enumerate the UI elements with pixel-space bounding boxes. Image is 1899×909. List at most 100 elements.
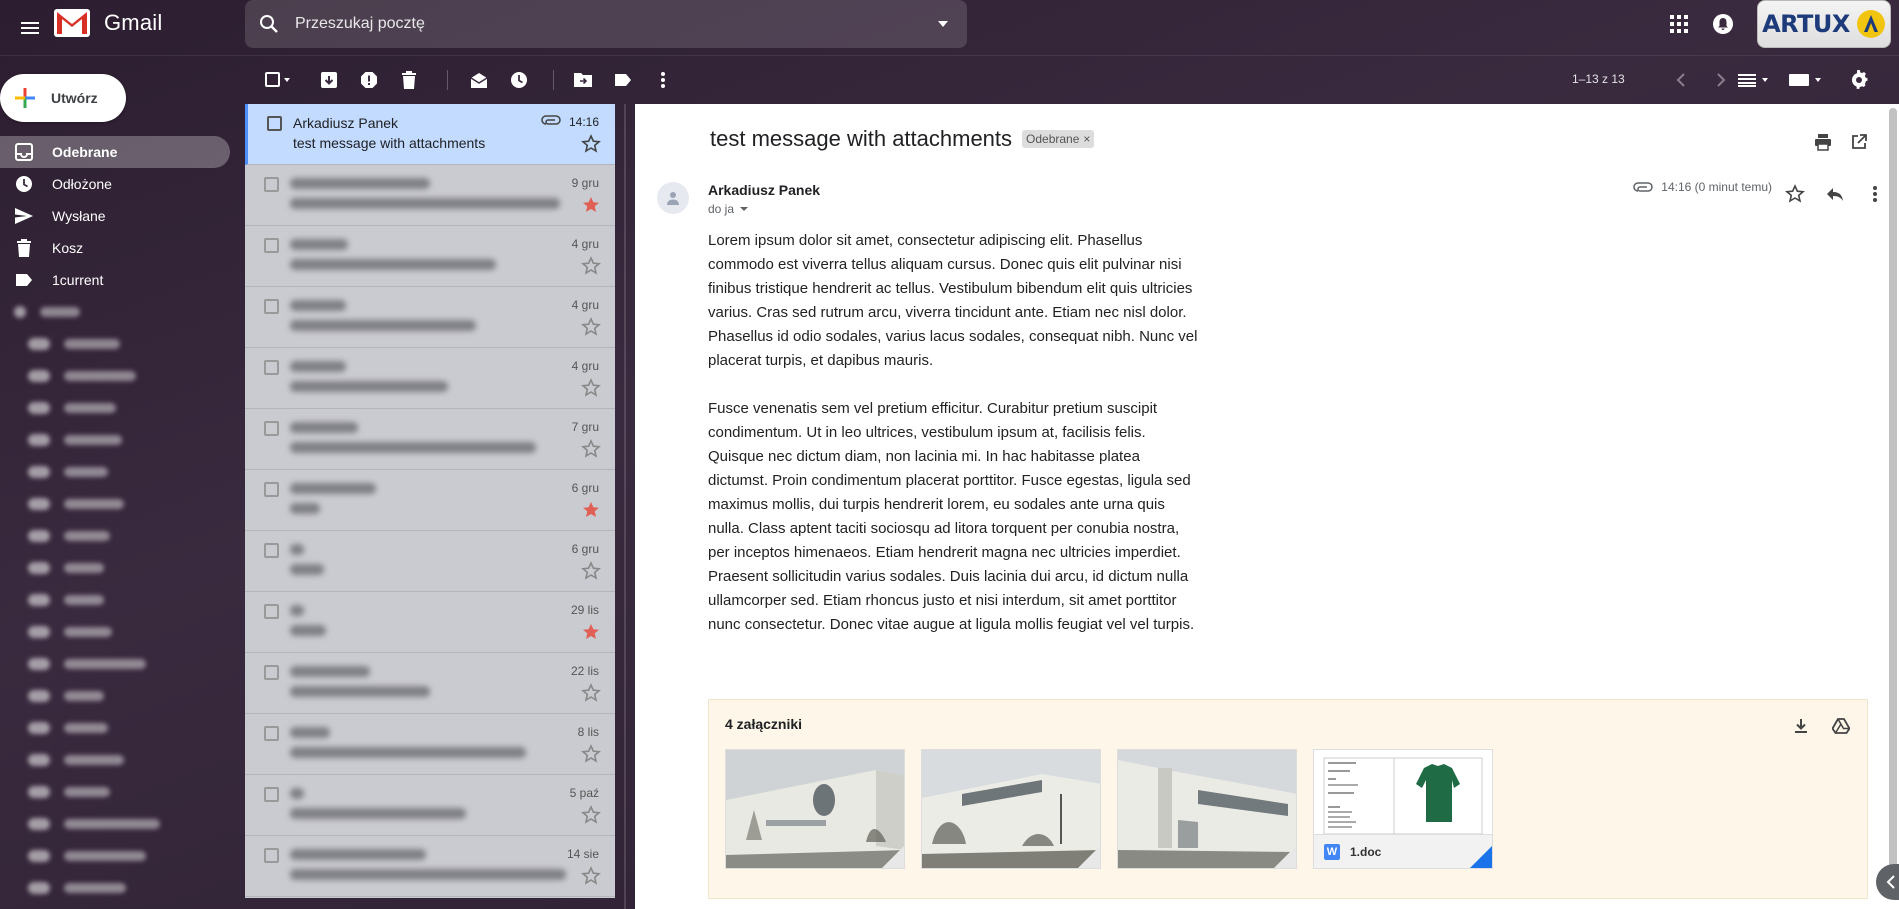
row-checkbox[interactable] bbox=[264, 726, 279, 741]
sidebar-item-blurred[interactable] bbox=[0, 424, 230, 456]
sidebar-item-blurred[interactable] bbox=[0, 392, 230, 424]
sidebar-item-snoozed[interactable]: Odłożone bbox=[0, 168, 230, 200]
archive-button[interactable] bbox=[311, 60, 347, 100]
sidebar-item-blurred[interactable] bbox=[0, 584, 230, 616]
star-message-button[interactable] bbox=[1777, 176, 1813, 212]
row-checkbox[interactable] bbox=[264, 604, 279, 619]
star-outline-icon[interactable] bbox=[581, 317, 601, 337]
main-menu-button[interactable] bbox=[10, 8, 50, 48]
notifications-button[interactable] bbox=[1703, 4, 1743, 44]
star-outline-icon[interactable] bbox=[581, 439, 601, 459]
gmail-logo[interactable]: Gmail bbox=[54, 9, 162, 37]
more-actions-button[interactable] bbox=[645, 60, 681, 100]
message-row[interactable]: 8 lis bbox=[245, 714, 615, 775]
pane-splitter[interactable] bbox=[615, 104, 635, 909]
sidebar-item-sent[interactable]: Wysłane bbox=[0, 200, 230, 232]
report-spam-button[interactable] bbox=[351, 60, 387, 100]
row-checkbox[interactable] bbox=[264, 238, 279, 253]
message-row[interactable]: 4 gru bbox=[245, 348, 615, 409]
message-row[interactable]: 29 lis bbox=[245, 592, 615, 653]
message-row[interactable]: 14 sie bbox=[245, 836, 615, 897]
sidebar-item-blurred[interactable] bbox=[0, 488, 230, 520]
compose-button[interactable]: Utwórz bbox=[0, 74, 126, 122]
print-button[interactable] bbox=[1805, 124, 1841, 160]
sidebar-item-blurred[interactable] bbox=[0, 808, 230, 840]
sidebar-item-blurred[interactable] bbox=[0, 872, 230, 904]
reading-pane-scrollbar[interactable] bbox=[1887, 104, 1899, 909]
sender-name[interactable]: Arkadiusz Panek bbox=[708, 182, 820, 198]
sidebar-item-blurred[interactable] bbox=[0, 552, 230, 584]
sidebar-item-blurred[interactable] bbox=[0, 840, 230, 872]
sidebar-item-inbox[interactable]: Odebrane bbox=[0, 136, 230, 168]
snooze-button[interactable] bbox=[501, 60, 537, 100]
sidebar-item-blurred[interactable] bbox=[0, 648, 230, 680]
star-outline-icon[interactable] bbox=[581, 866, 601, 886]
account-switcher[interactable]: ARTUX bbox=[1757, 0, 1891, 48]
row-checkbox[interactable] bbox=[264, 848, 279, 863]
delete-button[interactable] bbox=[391, 60, 427, 100]
recipients-toggle[interactable]: do ja bbox=[708, 202, 750, 216]
star-outline-icon[interactable] bbox=[581, 683, 601, 703]
message-row[interactable]: 5 paź bbox=[245, 775, 615, 836]
message-row[interactable]: 7 gru bbox=[245, 409, 615, 470]
sidebar-item-blurred[interactable] bbox=[0, 616, 230, 648]
star-outline-icon[interactable] bbox=[581, 744, 601, 764]
mark-as-read-button[interactable] bbox=[461, 60, 497, 100]
newer-button[interactable] bbox=[1663, 60, 1699, 100]
inbox-label-chip[interactable]: Odebrane × bbox=[1022, 130, 1095, 148]
search-input[interactable]: Przeszukaj pocztę bbox=[295, 15, 919, 33]
row-checkbox[interactable] bbox=[264, 543, 279, 558]
remove-label-button[interactable]: × bbox=[1083, 132, 1090, 146]
star-filled-icon[interactable] bbox=[581, 500, 601, 520]
row-checkbox[interactable] bbox=[267, 116, 282, 131]
select-all-checkbox[interactable] bbox=[257, 60, 301, 100]
download-all-button[interactable] bbox=[1783, 708, 1819, 744]
reply-button[interactable] bbox=[1817, 176, 1853, 212]
sidebar-item-1current[interactable]: 1current bbox=[0, 264, 230, 296]
attachment-thumbnail[interactable] bbox=[725, 749, 905, 869]
star-outline-icon[interactable] bbox=[581, 805, 601, 825]
sidebar-item-blurred[interactable] bbox=[0, 360, 230, 392]
settings-button[interactable] bbox=[1841, 60, 1877, 100]
sidebar-item-blurred[interactable] bbox=[0, 520, 230, 552]
sidebar-item-blurred[interactable] bbox=[0, 776, 230, 808]
row-checkbox[interactable] bbox=[264, 360, 279, 375]
message-row[interactable]: 4 gru bbox=[245, 226, 615, 287]
labels-button[interactable] bbox=[605, 60, 641, 100]
apps-button[interactable] bbox=[1659, 4, 1699, 44]
star-filled-icon[interactable] bbox=[581, 622, 601, 642]
save-to-drive-button[interactable] bbox=[1823, 708, 1859, 744]
sidebar-item-blurred[interactable] bbox=[0, 680, 230, 712]
message-row[interactable]: 6 gru bbox=[245, 470, 615, 531]
star-outline-icon[interactable] bbox=[581, 256, 601, 276]
row-checkbox[interactable] bbox=[264, 482, 279, 497]
search-bar[interactable]: Przeszukaj pocztę bbox=[245, 0, 967, 48]
row-checkbox[interactable] bbox=[264, 299, 279, 314]
row-checkbox[interactable] bbox=[264, 787, 279, 802]
split-pane-toggle[interactable] bbox=[1729, 60, 1779, 100]
row-checkbox[interactable] bbox=[264, 421, 279, 436]
star-outline-icon[interactable] bbox=[581, 378, 601, 398]
attachment-doc[interactable]: W 1.doc bbox=[1313, 749, 1493, 869]
sidebar-item-blurred[interactable] bbox=[0, 712, 230, 744]
sidebar-item-blurred[interactable] bbox=[0, 296, 230, 328]
message-row[interactable]: 4 gru bbox=[245, 287, 615, 348]
sidebar-item-blurred[interactable] bbox=[0, 744, 230, 776]
open-new-window-button[interactable] bbox=[1841, 124, 1877, 160]
row-checkbox[interactable] bbox=[264, 665, 279, 680]
attachment-thumbnail[interactable] bbox=[1117, 749, 1297, 869]
message-row-selected[interactable]: Arkadiusz Panek test message with attach… bbox=[245, 104, 615, 165]
move-to-button[interactable] bbox=[565, 60, 601, 100]
message-row[interactable]: 9 gru bbox=[245, 165, 615, 226]
star-outline-icon[interactable] bbox=[581, 134, 601, 154]
star-filled-icon[interactable] bbox=[581, 195, 601, 215]
star-outline-icon[interactable] bbox=[581, 561, 601, 581]
sidebar-item-trash[interactable]: Kosz bbox=[0, 232, 230, 264]
attachment-thumbnail[interactable] bbox=[921, 749, 1101, 869]
input-tools-button[interactable] bbox=[1781, 60, 1831, 100]
sidebar-item-blurred[interactable] bbox=[0, 328, 230, 360]
sidebar-item-blurred[interactable] bbox=[0, 456, 230, 488]
search-options-button[interactable] bbox=[919, 0, 967, 48]
message-row[interactable]: 22 lis bbox=[245, 653, 615, 714]
message-row[interactable]: 6 gru bbox=[245, 531, 615, 592]
